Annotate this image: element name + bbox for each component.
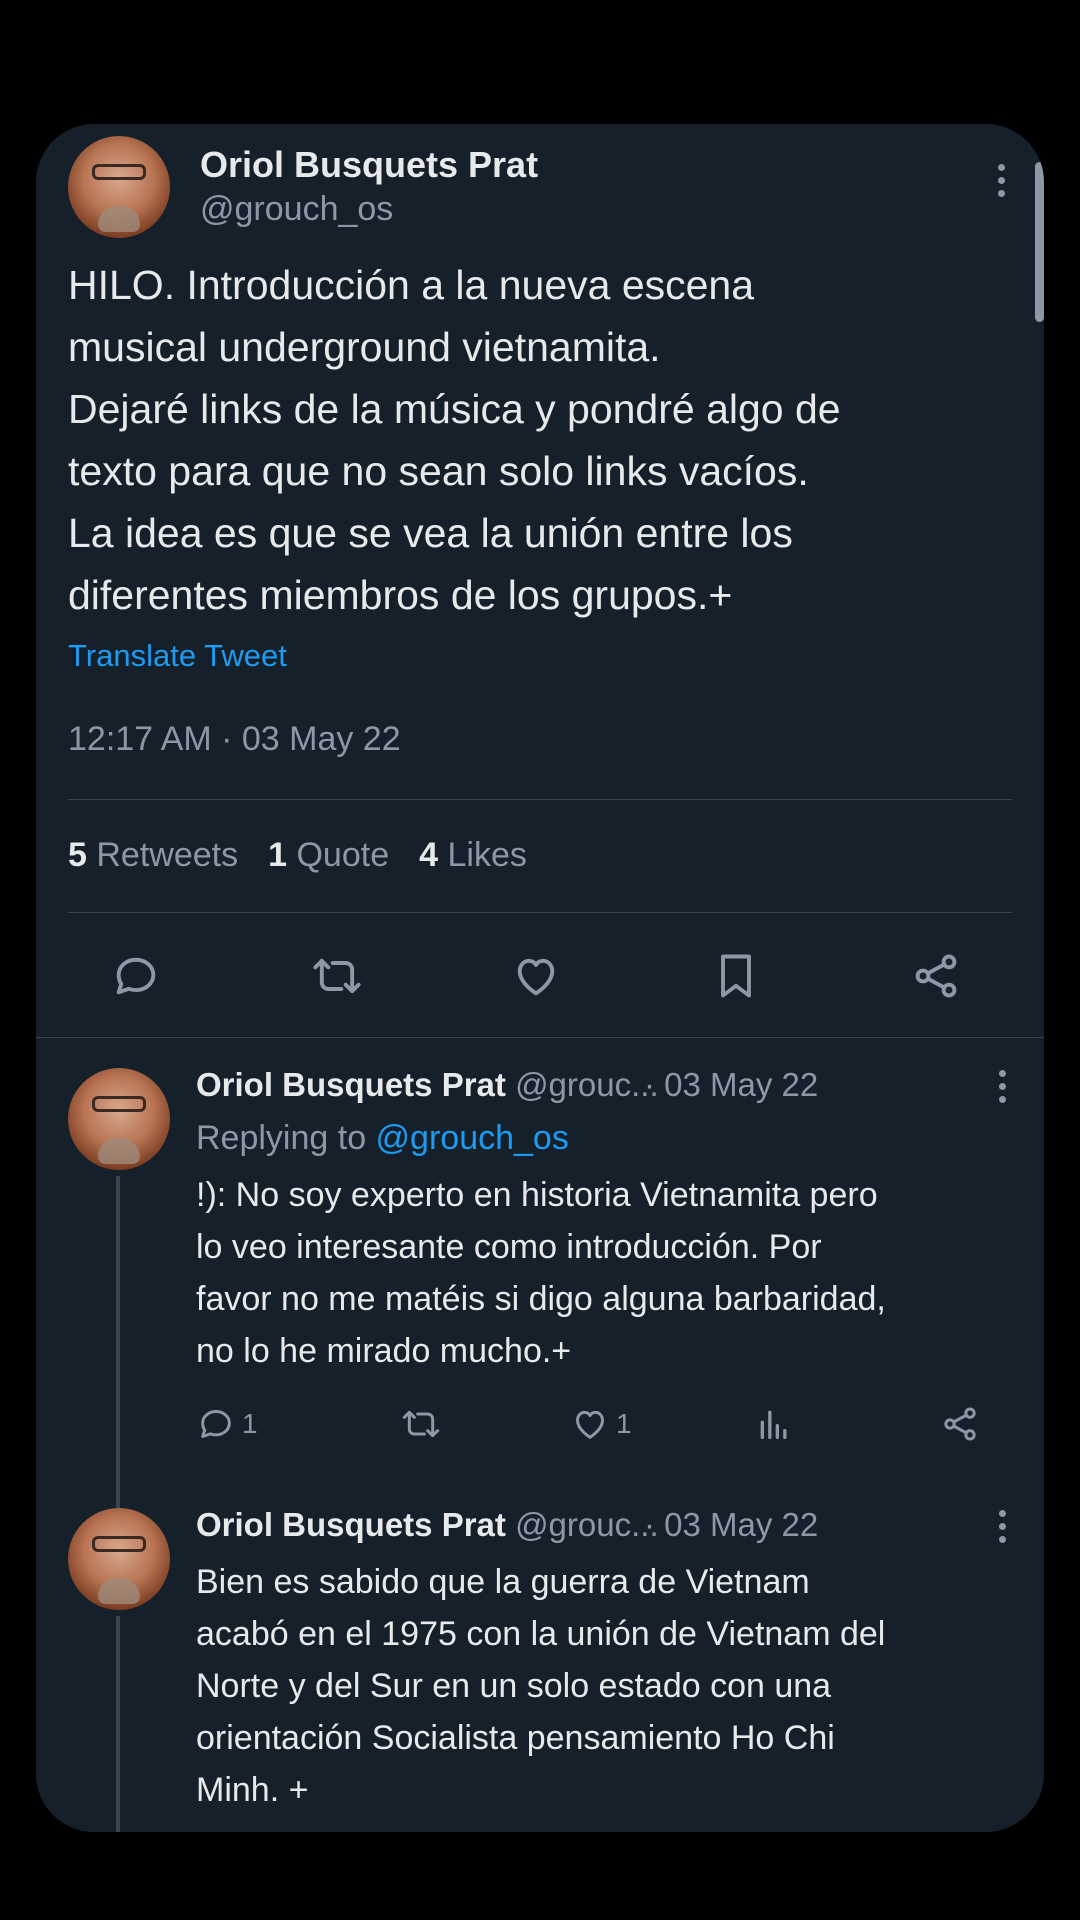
divider <box>36 1037 1044 1038</box>
reply-text: !): No soy experto en historia Vietnamit… <box>196 1176 886 1370</box>
reply-author-name[interactable]: Oriol Busquets Prat <box>196 1506 506 1543</box>
likes-stat[interactable]: 4 Likes <box>419 836 527 875</box>
reply-header: Oriol Busquets Prat @grouc... · 03 May 2… <box>196 1506 818 1544</box>
reply-date[interactable]: · 03 May 22 <box>644 1066 818 1104</box>
share-icon <box>944 1407 976 1441</box>
bookmark-icon[interactable] <box>710 950 762 1002</box>
divider <box>68 912 1012 913</box>
share-button[interactable] <box>940 1404 980 1444</box>
divider <box>68 799 1012 800</box>
translate-tweet-link[interactable]: Translate Tweet <box>68 638 287 674</box>
share-icon[interactable] <box>910 950 962 1002</box>
retweet-icon[interactable] <box>310 950 364 1002</box>
reply-author-handle[interactable]: @grouc... <box>515 1066 659 1103</box>
like-icon <box>576 1410 604 1439</box>
reply-date[interactable]: · 03 May 22 <box>644 1506 818 1544</box>
retweet-button[interactable] <box>400 1404 442 1444</box>
reply-author-handle[interactable]: @grouc... <box>515 1506 659 1543</box>
tweet-stats: 5 Retweets 1 Quote 4 Likes <box>68 836 527 875</box>
reply-author-name[interactable]: Oriol Busquets Prat <box>196 1066 506 1103</box>
tweet-timestamp[interactable]: 12:17 AM · 03 May 22 <box>68 720 401 759</box>
like-count[interactable]: 1 <box>570 1404 632 1444</box>
thread-line <box>116 1616 120 1832</box>
avatar[interactable] <box>68 136 170 238</box>
views-icon <box>760 1410 787 1439</box>
more-options-icon[interactable] <box>991 164 1011 197</box>
reply-header: Oriol Busquets Prat @grouc... · 03 May 2… <box>196 1066 818 1104</box>
reply-avatar[interactable] <box>68 1508 170 1610</box>
quotes-stat[interactable]: 1 Quote <box>268 836 389 875</box>
tweet-thread-card: Oriol Busquets Prat @grouch_os HILO. Int… <box>36 124 1044 1832</box>
retweets-stat[interactable]: 5 Retweets <box>68 836 238 875</box>
retweet-icon <box>402 1410 440 1438</box>
more-options-icon[interactable] <box>992 1510 1012 1543</box>
reply-icon[interactable] <box>110 950 162 1002</box>
thread-line <box>116 1176 120 1546</box>
views-button[interactable] <box>754 1404 794 1444</box>
reply-icon <box>201 1410 231 1438</box>
replying-to: Replying to @grouch_os <box>196 1119 569 1157</box>
tweet-text: HILO. Introducción a la nueva escena mus… <box>68 262 841 618</box>
author-handle[interactable]: @grouch_os <box>200 190 393 229</box>
like-icon[interactable] <box>510 950 562 1002</box>
reply-avatar[interactable] <box>68 1068 170 1170</box>
scrollbar[interactable] <box>1035 162 1044 322</box>
reply-count[interactable]: 1 <box>196 1404 258 1444</box>
mention-link[interactable]: @grouch_os <box>376 1119 569 1157</box>
author-name[interactable]: Oriol Busquets Prat <box>200 144 538 186</box>
reply-text: Bien es sabido que la guerra de Vietnam … <box>196 1563 886 1809</box>
more-options-icon[interactable] <box>992 1070 1012 1103</box>
